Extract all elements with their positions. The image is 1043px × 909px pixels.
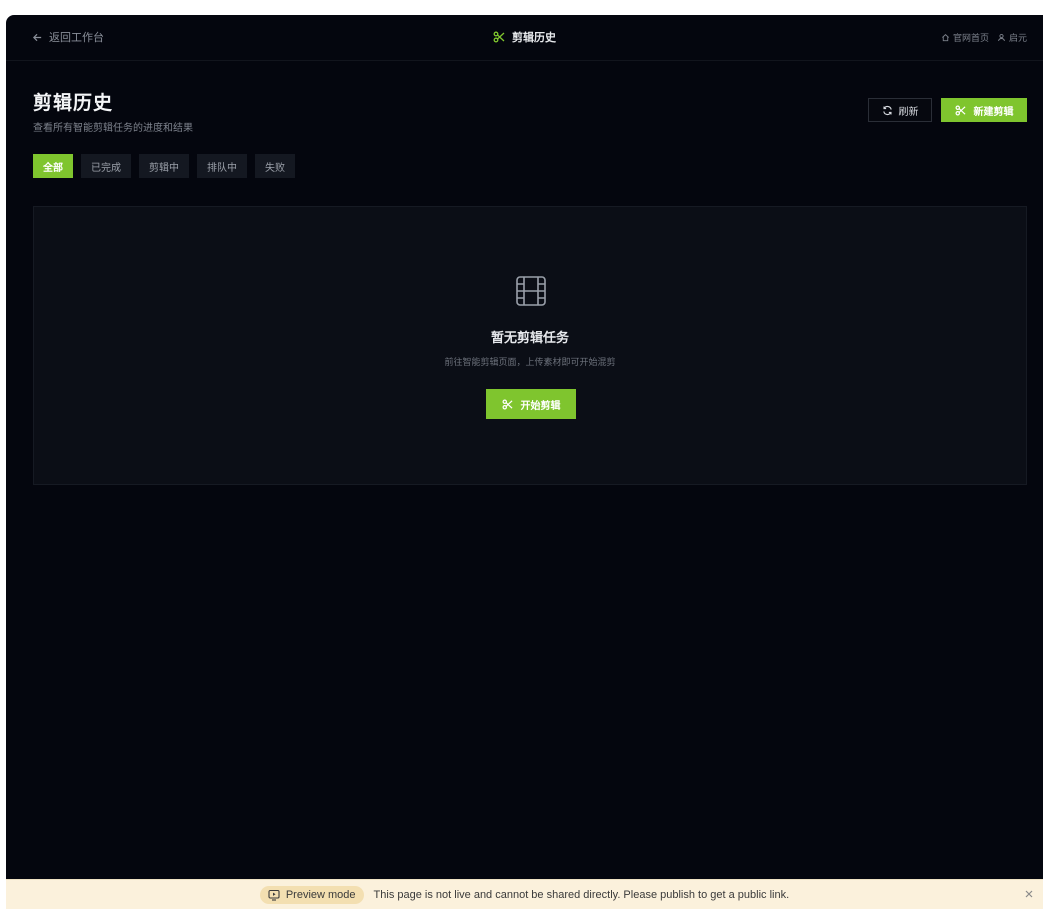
page-subtitle: 查看所有智能剪辑任务的进度和结果 <box>33 123 193 134</box>
film-icon <box>516 276 546 306</box>
new-edit-label: 新建剪辑 <box>973 106 1014 118</box>
empty-state-description: 前往智能剪辑页面，上传素材即可开始混剪 <box>444 358 616 368</box>
tab-editing[interactable]: 剪辑中 <box>139 154 189 178</box>
scissors-icon <box>502 399 512 409</box>
preview-mode-badge: Preview mode <box>259 885 364 904</box>
user-label: 启元 <box>1008 34 1027 44</box>
tab-failed[interactable]: 失败 <box>255 154 295 178</box>
user-link[interactable]: 启元 <box>997 31 1027 44</box>
preview-mode-label: Preview mode <box>285 888 356 901</box>
tab-completed[interactable]: 已完成 <box>81 154 131 178</box>
home-icon <box>942 34 949 42</box>
new-edit-button[interactable]: 新建剪辑 <box>941 98 1027 122</box>
top-right-links: 官网首页 启元 <box>941 31 1027 44</box>
nav-title-text: 剪辑历史 <box>512 31 556 44</box>
empty-state-title: 暂无剪辑任务 <box>490 331 569 346</box>
preview-mode-banner: Preview mode This page is not live and c… <box>6 879 1043 909</box>
official-home-label: 官网首页 <box>952 34 989 44</box>
scissors-icon <box>955 105 965 115</box>
scissors-icon <box>493 31 505 43</box>
tab-queued[interactable]: 排队中 <box>197 154 247 178</box>
preview-icon <box>268 889 280 901</box>
user-icon <box>997 33 1005 42</box>
tab-all[interactable]: 全部 <box>33 154 73 178</box>
app-window: 返回工作台 剪辑历史 官网首页 启元 剪辑历史 查看所有智能剪辑任务的进度和结果… <box>6 15 1043 909</box>
refresh-label: 刷新 <box>898 106 919 118</box>
page-title: 剪辑历史 <box>33 92 114 114</box>
empty-state-card: 暂无剪辑任务 前往智能剪辑页面，上传素材即可开始混剪 开始剪辑 <box>33 206 1027 485</box>
preview-mode-message: This page is not live and cannot be shar… <box>373 888 790 901</box>
top-nav-bar: 返回工作台 剪辑历史 官网首页 启元 <box>6 15 1043 61</box>
start-editing-button[interactable]: 开始剪辑 <box>486 389 576 419</box>
nav-title: 剪辑历史 <box>6 29 1043 45</box>
refresh-icon <box>882 105 892 115</box>
close-icon[interactable] <box>1023 888 1035 900</box>
status-filter-tabs: 全部 已完成 剪辑中 排队中 失败 <box>33 154 295 178</box>
start-editing-label: 开始剪辑 <box>520 400 561 412</box>
official-home-link[interactable]: 官网首页 <box>941 31 989 44</box>
refresh-button[interactable]: 刷新 <box>868 98 932 122</box>
